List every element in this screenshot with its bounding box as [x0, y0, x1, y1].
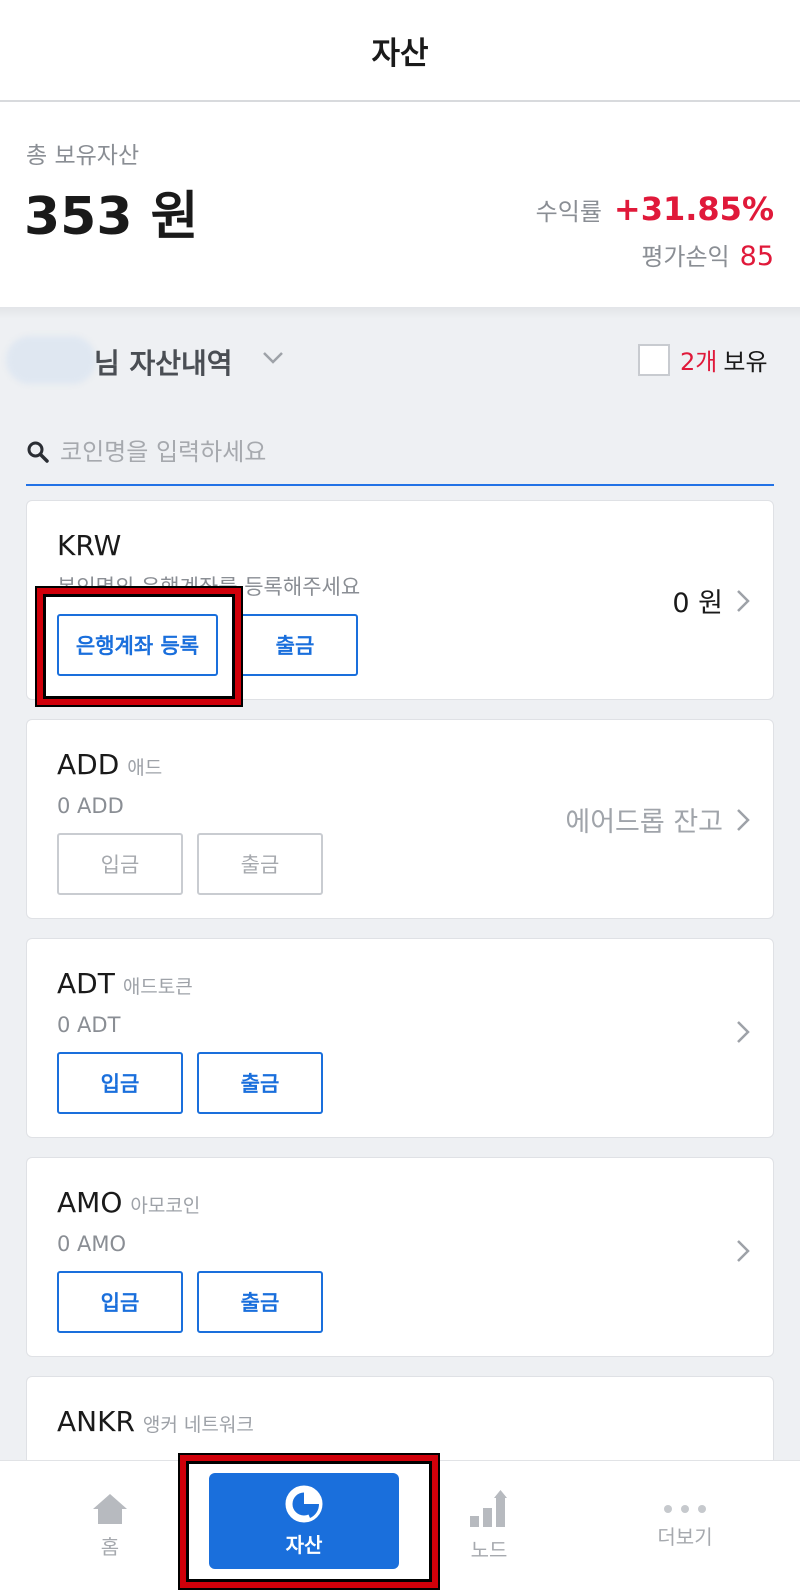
- nav-home-label: 홈: [100, 1534, 120, 1559]
- deposit-button[interactable]: 입금: [57, 833, 183, 895]
- owner-row: 님 자산내역 2개 보유: [0, 330, 800, 400]
- pie-chart-icon: [285, 1485, 323, 1522]
- asset-subtext: 0 ADT: [57, 1013, 121, 1037]
- return-rate-row: 수익률 +31.85%: [536, 190, 774, 228]
- owned-count[interactable]: 2개 보유: [680, 342, 768, 377]
- nav-assets-label: 자산: [285, 1532, 323, 1557]
- airdrop-balance[interactable]: 에어드롭 잔고: [565, 800, 751, 839]
- asset-name: 앵커 네트워크: [142, 1414, 254, 1436]
- withdraw-button[interactable]: 출금: [197, 1052, 323, 1114]
- section-divider: [0, 307, 800, 319]
- owned-label: 보유: [723, 348, 768, 376]
- owned-only-checkbox[interactable]: [638, 344, 670, 376]
- asset-name: 아모코인: [130, 1195, 201, 1217]
- search-icon: [27, 441, 49, 463]
- withdraw-button[interactable]: 출금: [197, 833, 323, 895]
- asset-balance[interactable]: 0 원: [672, 581, 751, 620]
- return-rate-value: +31.85%: [613, 190, 774, 228]
- asset-symbol: ADT: [57, 967, 115, 1000]
- asset-actions: 입금 출금: [57, 1271, 323, 1333]
- withdraw-button[interactable]: 출금: [232, 614, 358, 676]
- chevron-down-icon[interactable]: [258, 342, 288, 372]
- page-title: 자산: [371, 35, 429, 72]
- bar-chart-icon: [470, 1489, 507, 1527]
- asset-actions: 입금 출금: [57, 833, 323, 895]
- search-input[interactable]: [60, 438, 710, 466]
- register-bank-account-button[interactable]: 은행계좌 등록: [57, 614, 218, 676]
- owner-assets-title[interactable]: 님 자산내역: [94, 342, 233, 382]
- asset-detail-link[interactable]: [735, 1238, 751, 1264]
- nav-node-label: 노드: [470, 1537, 508, 1562]
- asset-name: 애드: [127, 757, 163, 779]
- more-icon: [664, 1504, 706, 1513]
- asset-card-krw[interactable]: KRW 본인명의 은행계좌를 등록해주세요 은행계좌 등록 출금 0 원: [26, 500, 774, 700]
- chevron-right-icon: [737, 1021, 750, 1043]
- airdrop-balance-label: 에어드롭 잔고: [565, 807, 723, 838]
- asset-card-amo[interactable]: AMO 아모코인 0 AMO 입금 출금: [26, 1157, 774, 1357]
- asset-symbol: AMO: [57, 1186, 123, 1219]
- top-bar: 자산: [0, 0, 800, 102]
- nav-home[interactable]: 홈: [62, 1461, 158, 1590]
- asset-subtext: 본인명의 은행계좌를 등록해주세요: [57, 575, 361, 599]
- profit-loss-row: 평가손익 85: [641, 237, 774, 272]
- asset-actions: 입금 출금: [57, 1052, 323, 1114]
- total-assets-label: 총 보유자산: [26, 143, 140, 169]
- asset-symbol: ANKR: [57, 1405, 135, 1438]
- nav-more[interactable]: 더보기: [630, 1461, 740, 1590]
- bottom-nav: 홈 자산 노드 더보기: [0, 1460, 800, 1590]
- home-icon: [93, 1493, 127, 1524]
- return-rate-label: 수익률: [535, 198, 602, 226]
- nav-assets[interactable]: 자산: [209, 1473, 399, 1569]
- asset-symbol: KRW: [57, 529, 122, 562]
- deposit-button[interactable]: 입금: [57, 1271, 183, 1333]
- asset-card-ankr[interactable]: ANKR 앵커 네트워크: [26, 1376, 774, 1466]
- asset-detail-link[interactable]: [735, 1019, 751, 1045]
- asset-card-add[interactable]: ADD 애드 0 ADD 입금 출금 에어드롭 잔고: [26, 719, 774, 919]
- chevron-right-icon: [737, 589, 750, 612]
- chevron-right-icon: [737, 1240, 750, 1262]
- nav-more-label: 더보기: [657, 1524, 713, 1549]
- asset-subtext: 0 ADD: [57, 794, 124, 818]
- profit-loss-value: 85: [739, 241, 774, 272]
- deposit-button[interactable]: 입금: [57, 1052, 183, 1114]
- withdraw-button[interactable]: 출금: [197, 1271, 323, 1333]
- asset-summary: 총 보유자산 353 원 수익률 +31.85% 평가손익 85: [0, 102, 800, 307]
- total-assets-value: 353 원: [24, 187, 199, 247]
- asset-balance-value: 0 원: [672, 588, 723, 619]
- asset-symbol: ADD: [57, 748, 120, 781]
- profit-loss-label: 평가손익: [641, 243, 730, 271]
- nav-node[interactable]: 노드: [441, 1461, 537, 1590]
- asset-card-adt[interactable]: ADT 애드토큰 0 ADT 입금 출금: [26, 938, 774, 1138]
- asset-actions: 은행계좌 등록 출금: [57, 614, 358, 676]
- owned-count-value: 2개: [680, 348, 718, 376]
- coin-search: [26, 420, 774, 486]
- blurred-username: [6, 336, 96, 384]
- asset-name: 애드토큰: [122, 976, 193, 998]
- chevron-right-icon: [737, 808, 750, 831]
- asset-subtext: 0 AMO: [57, 1232, 127, 1256]
